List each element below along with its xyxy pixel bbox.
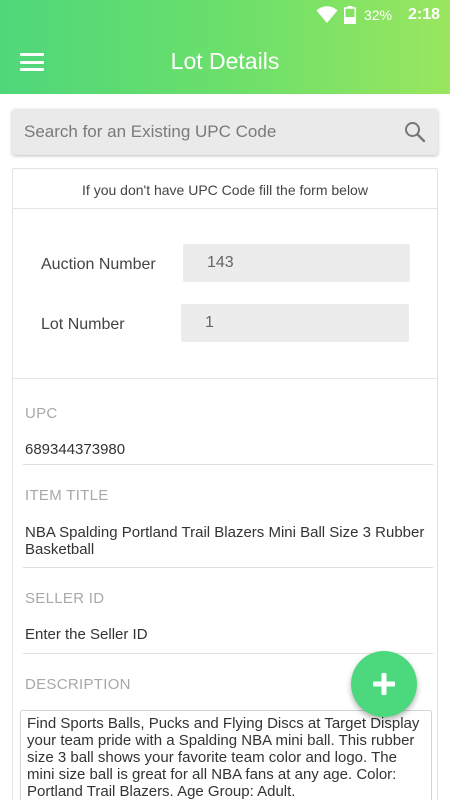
status-bar: 32% 2:18 xyxy=(0,0,450,30)
battery-percent: 32% xyxy=(363,7,392,23)
wifi-icon xyxy=(316,6,338,23)
lot-number-label: Lot Number xyxy=(41,316,125,333)
description-textarea[interactable]: Find Sports Balls, Pucks and Flying Disc… xyxy=(20,710,432,800)
form-hint: If you don't have UPC Code fill the form… xyxy=(13,169,437,209)
upc-search-input[interactable] xyxy=(24,122,404,142)
search-icon[interactable] xyxy=(404,121,426,143)
page-title: Lot Details xyxy=(170,48,280,74)
lot-number-field[interactable]: 1 xyxy=(181,304,409,342)
upc-label: UPC xyxy=(25,405,58,422)
app-header: 32% 2:18 Lot Details xyxy=(0,0,450,94)
seller-id-label: SELLER ID xyxy=(25,590,105,607)
clock: 2:18 xyxy=(407,6,440,23)
upc-field[interactable]: 689344373980 xyxy=(25,441,425,458)
battery-icon xyxy=(343,6,356,24)
auction-number-label: Auction Number xyxy=(41,256,156,273)
section-divider xyxy=(13,378,437,379)
seller-id-field[interactable]: Enter the Seller ID xyxy=(25,626,425,643)
plus-icon xyxy=(373,673,395,695)
description-label: DESCRIPTION xyxy=(25,676,131,693)
item-title-field[interactable]: NBA Spalding Portland Trail Blazers Mini… xyxy=(25,524,425,558)
auction-number-field[interactable]: 143 xyxy=(183,244,410,282)
app-bar: Lot Details xyxy=(0,30,450,94)
item-title-underline xyxy=(23,567,433,568)
add-button[interactable] xyxy=(351,651,417,717)
item-title-label: ITEM TITLE xyxy=(25,487,109,504)
upc-underline xyxy=(23,464,433,465)
upc-search-bar[interactable] xyxy=(12,109,438,155)
